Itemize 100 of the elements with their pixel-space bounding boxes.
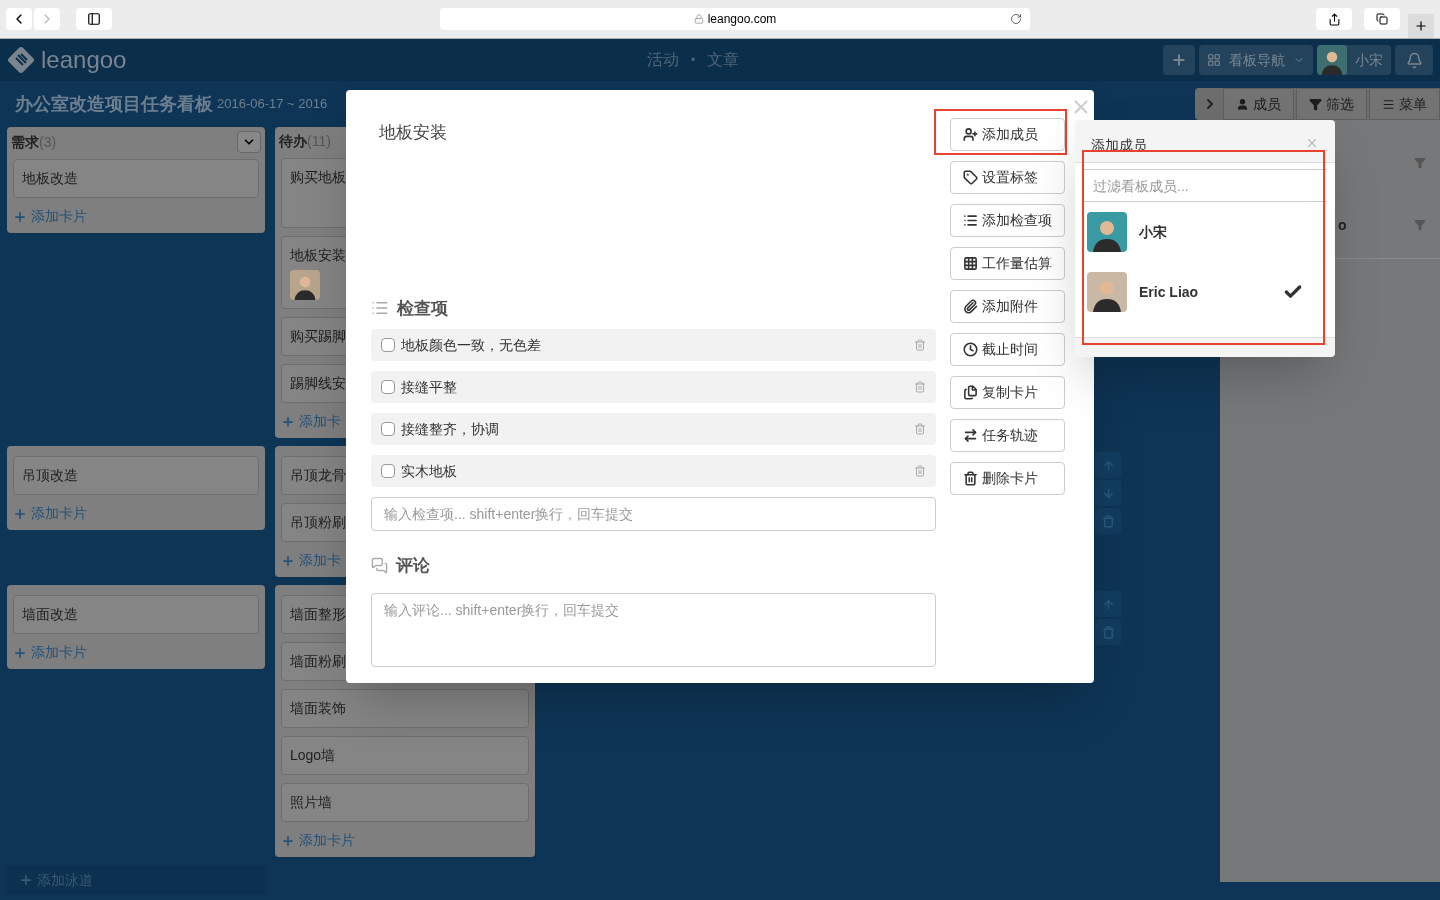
plus-icon <box>1171 52 1187 68</box>
member-avatar <box>1087 272 1127 312</box>
checklist-item[interactable]: 实木地板 <box>371 455 936 487</box>
action-button[interactable]: 任务轨迹 <box>950 419 1065 452</box>
clock-icon <box>963 342 978 357</box>
share-button[interactable] <box>1316 8 1352 30</box>
bell-icon <box>1405 51 1423 69</box>
plus-icon <box>281 553 295 568</box>
member-name: Eric Liao <box>1139 282 1199 302</box>
logo-text: leangoo <box>41 45 127 75</box>
board-dates: 2016-06-17 ~ 2016 <box>217 95 328 114</box>
filter-icon[interactable] <box>1414 157 1426 169</box>
delete-icon[interactable] <box>914 381 926 393</box>
move-down-button[interactable] <box>1095 480 1121 506</box>
task-card[interactable]: 墙面装饰 <box>281 689 529 728</box>
card-title: 墙面改造 <box>22 605 78 624</box>
filter-icon[interactable] <box>1414 219 1426 231</box>
checklist-text: 实木地板 <box>401 461 457 481</box>
nav-link[interactable]: 活动 <box>647 48 679 72</box>
move-up-button[interactable] <box>1095 452 1121 478</box>
reload-icon[interactable] <box>1010 13 1022 25</box>
checklist-input[interactable]: 输入检查项... shift+enter换行，回车提交 <box>371 497 936 531</box>
plus-icon <box>1414 19 1428 33</box>
card-title: 墙面装饰 <box>290 699 346 718</box>
delete-icon[interactable] <box>914 423 926 435</box>
delete-lane-button[interactable] <box>1095 619 1121 645</box>
user-icon <box>1236 97 1249 111</box>
action-button[interactable]: 工作量估算 <box>950 247 1065 280</box>
task-card[interactable]: 墙面改造 <box>13 595 259 634</box>
task-card[interactable]: Logo墙 <box>281 736 529 775</box>
close-icon[interactable] <box>1305 136 1319 150</box>
notifications-button[interactable] <box>1395 45 1433 75</box>
member-avatar <box>1087 212 1127 252</box>
plus-icon <box>19 873 33 887</box>
toolbar-button[interactable]: 成员 <box>1223 88 1294 120</box>
lock-icon <box>693 14 704 24</box>
column-header: 需求(3) <box>11 132 57 152</box>
action-button[interactable]: 截止时间 <box>950 333 1065 366</box>
user-avatar <box>1317 45 1347 75</box>
card-title: 墙面粉刷 <box>290 652 346 671</box>
plus-icon <box>281 833 295 848</box>
member-name: 小宋 <box>1139 222 1167 242</box>
toolbar-button[interactable]: 菜单 <box>1369 88 1440 120</box>
action-button[interactable]: 添加附件 <box>950 290 1065 323</box>
address-bar[interactable]: leangoo.com <box>440 8 1030 30</box>
checkbox[interactable] <box>381 422 395 436</box>
delete-icon[interactable] <box>914 339 926 351</box>
checklist-item[interactable]: 地板颜色一致，无色差 <box>371 329 936 361</box>
plus-icon <box>13 209 27 224</box>
trash-icon <box>1101 514 1115 528</box>
add-button[interactable] <box>1163 45 1195 75</box>
action-button[interactable]: 添加成员 <box>950 118 1065 151</box>
plus-icon <box>281 414 295 429</box>
checkbox[interactable] <box>381 338 395 352</box>
checklist-text: 接缝平整 <box>401 377 457 397</box>
share-icon <box>1327 12 1341 26</box>
checklist-text: 接缝整齐，协调 <box>401 419 499 439</box>
comments-icon <box>371 557 388 575</box>
trash-icon <box>963 471 978 486</box>
action-button[interactable]: 删除卡片 <box>950 462 1065 495</box>
sidebar-button[interactable] <box>76 8 112 30</box>
action-button[interactable]: 添加检查项 <box>950 204 1065 237</box>
task-card[interactable]: 照片墙 <box>281 783 529 822</box>
checklist-item[interactable]: 接缝整齐，协调 <box>371 413 936 445</box>
card-title: 吊顶龙骨 <box>290 466 346 485</box>
card-title: 地板安装 <box>290 246 346 265</box>
member-name: o <box>1338 215 1347 235</box>
swap-arrows-icon <box>963 428 978 443</box>
card-title: 吊顶粉刷 <box>290 513 346 532</box>
comment-field[interactable]: 输入评论... shift+enter换行，回车提交 <box>371 592 936 667</box>
checkbox[interactable] <box>381 380 395 394</box>
arrow-down-icon <box>1101 486 1115 500</box>
checklist-item[interactable]: 接缝平整 <box>371 371 936 403</box>
board-title: 办公室改造项目任务看板 <box>15 92 213 116</box>
action-button[interactable]: 设置标签 <box>950 161 1065 194</box>
board-nav-button[interactable]: 看板导航 <box>1199 45 1313 75</box>
nav-separator: • <box>691 52 696 69</box>
user-button[interactable]: 小宋 <box>1317 45 1391 75</box>
nav-link[interactable]: 文章 <box>707 48 740 72</box>
action-button[interactable]: 复制卡片 <box>950 376 1065 409</box>
add-user-icon <box>963 127 978 142</box>
list-icon <box>963 213 978 228</box>
tabs-button[interactable] <box>1364 8 1400 30</box>
tabs-icon <box>1376 13 1388 25</box>
move-up-button[interactable] <box>1095 591 1121 617</box>
delete-lane-button[interactable] <box>1095 508 1121 534</box>
checkbox[interactable] <box>381 464 395 478</box>
filter-field[interactable]: 过滤看板成员... <box>1083 169 1327 202</box>
card-title: Logo墙 <box>290 746 336 765</box>
new-tab-button[interactable] <box>1408 14 1434 38</box>
task-card[interactable]: 吊顶改造 <box>13 456 259 495</box>
task-card[interactable]: 地板改造 <box>13 159 259 198</box>
toolbar-button[interactable]: 筛选 <box>1296 88 1367 120</box>
plus-icon <box>13 645 27 660</box>
back-button[interactable] <box>6 8 32 30</box>
card-title: 吊顶改造 <box>22 466 78 485</box>
delete-icon[interactable] <box>914 465 926 477</box>
grid-icon <box>963 256 978 271</box>
url-text: leangoo.com <box>707 11 777 28</box>
column-dropdown[interactable] <box>237 131 261 153</box>
